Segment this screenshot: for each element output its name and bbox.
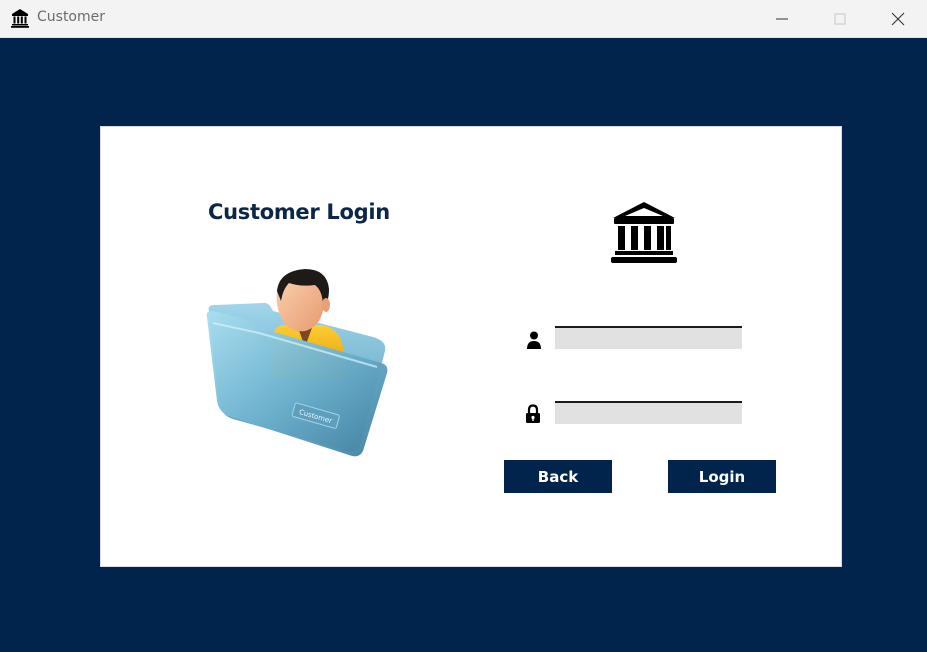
close-button[interactable] [869,0,927,38]
window-client-area: Customer Login Customer Back Login [0,38,927,652]
user-icon [527,331,541,349]
login-panel: Customer Login Customer Back Login [100,126,842,567]
close-icon [891,12,905,26]
minimize-icon [776,18,788,20]
title-bar[interactable]: Customer [0,0,927,38]
maximize-button[interactable] [811,0,869,38]
password-input[interactable] [555,401,742,424]
app-window: Customer Customer Login Customer Back Lo… [0,0,927,652]
maximize-icon [834,13,846,25]
minimize-button[interactable] [753,0,811,38]
bank-icon [11,9,29,28]
back-button[interactable]: Back [504,460,612,493]
login-button[interactable]: Login [668,460,776,493]
bank-icon [611,202,677,263]
lock-icon [526,404,540,423]
login-heading: Customer Login [208,200,390,224]
customer-folder-illustration: Customer [206,269,388,457]
window-title: Customer [37,9,106,25]
username-input[interactable] [555,326,742,349]
